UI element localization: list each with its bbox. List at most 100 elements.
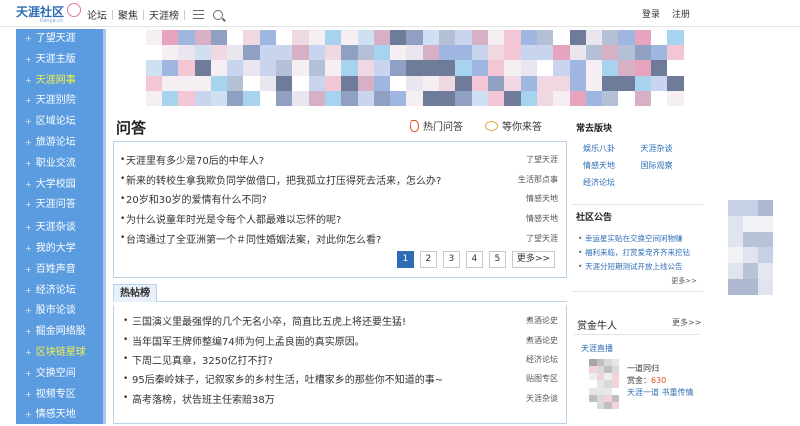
- notice-item[interactable]: 天涯分短期测试开放上线公告: [577, 260, 690, 274]
- hot-post-title[interactable]: 三国演义里最强悍的几个无名小卒，简直比五虎上将还要生猛!: [132, 313, 504, 328]
- banner-pixel: [569, 90, 586, 106]
- hot-post-title[interactable]: 下周二见真章，3250亿打不打?: [132, 352, 504, 367]
- banner-pixel: [308, 60, 325, 76]
- banner-pixel: [553, 30, 570, 46]
- ad-pixel: [743, 263, 758, 280]
- qa-item-title[interactable]: 天涯里有多少是70后的中年人?: [126, 152, 508, 167]
- sidebar-item[interactable]: 交换空间: [16, 364, 106, 385]
- sidebar-item[interactable]: 区域论坛: [16, 112, 106, 133]
- sidebar-item[interactable]: 股市论谈: [16, 301, 106, 322]
- notice-item[interactable]: 幸运星实贴在交换空间闲物赚: [577, 232, 690, 246]
- hot-post-category[interactable]: 贴图专区: [504, 373, 566, 384]
- sidebar-item[interactable]: 天涯杂谈: [16, 218, 106, 239]
- banner-pixel: [113, 90, 130, 106]
- qa-item-title[interactable]: 台湾通过了全亚洲第一个＃同性婚姻法案，对此你怎么看?: [126, 231, 508, 246]
- sidebar-scrollbar[interactable]: [103, 29, 106, 424]
- qa-more-button[interactable]: 更多>>: [511, 251, 555, 268]
- banner-pixel: [602, 75, 619, 91]
- bounty-more-link[interactable]: 更多>>: [672, 317, 701, 328]
- banner-pixel: [667, 60, 684, 76]
- board-link[interactable]: 娱乐八卦: [583, 141, 641, 157]
- avatar-pixel: [604, 366, 612, 374]
- sidebar-item[interactable]: 了望天涯: [16, 29, 106, 50]
- sidebar-item[interactable]: 百姓声音: [16, 260, 106, 281]
- sidebar-item[interactable]: 经济论坛: [16, 281, 106, 302]
- gold-value: 630: [651, 376, 667, 385]
- avatar[interactable]: [589, 359, 619, 409]
- sidebar-item[interactable]: 区块链星球: [16, 343, 106, 364]
- page-button[interactable]: 5: [488, 251, 506, 268]
- board-link[interactable]: 经济论坛: [583, 175, 641, 191]
- board-link[interactable]: 国际观察: [641, 158, 699, 174]
- hot-post-category[interactable]: 煮酒论史: [504, 315, 566, 326]
- sidebar-item[interactable]: 天涯网事: [16, 71, 106, 92]
- sidebar-item[interactable]: 大学校园: [16, 175, 106, 196]
- notice-more-link[interactable]: 更多>>: [671, 276, 697, 286]
- board-link[interactable]: 情感天地: [583, 158, 641, 174]
- banner-pixel: [422, 60, 440, 76]
- banner-pixel: [113, 60, 130, 76]
- qa-item-category[interactable]: 情感天地: [508, 193, 566, 204]
- bounty-title: 赏金牛人: [577, 321, 617, 332]
- sidebar-item[interactable]: 职业交流: [16, 154, 106, 175]
- page-button[interactable]: 3: [442, 251, 460, 268]
- hot-post-title[interactable]: 95后秦岭妹子，记叙家乡的乡村生活，吐槽家乡的那些你不知道的事~: [132, 371, 504, 386]
- banner-pixel: [243, 75, 260, 91]
- bounty-user-links[interactable]: 天涯一道 书重传情: [627, 387, 694, 399]
- tab-wait-answer[interactable]: 等你来答: [485, 118, 542, 133]
- qa-item-title[interactable]: 20岁和30岁的爱情有什么不同?: [126, 191, 508, 206]
- qa-item-category[interactable]: 生活那点事: [508, 174, 566, 185]
- sidebar-item[interactable]: 天涯主版: [16, 50, 106, 71]
- banner-pixel: [618, 60, 635, 76]
- nav-link-focus[interactable]: 聚焦: [113, 7, 143, 22]
- banner-pixel: [373, 45, 391, 61]
- hot-post-title[interactable]: 高考落榜，状告班主任索赔38万: [132, 391, 504, 406]
- sidebar-item[interactable]: 天涯别院: [16, 91, 106, 112]
- chat-bubble-icon: [485, 120, 498, 131]
- login-link[interactable]: 登录: [642, 7, 660, 20]
- banner-pixel: [178, 30, 195, 46]
- hot-post-title[interactable]: 当年国军王牌师整编74师为何上孟良崮的真实原因。: [132, 333, 504, 348]
- side-ad-image[interactable]: [728, 200, 773, 295]
- banner-pixel: [439, 45, 456, 61]
- tianya-live-link[interactable]: 天涯直播: [581, 343, 613, 354]
- qa-item-title[interactable]: 为什么说童年时光是令每个人都最难以忘怀的呢?: [126, 211, 508, 226]
- page-button[interactable]: 4: [465, 251, 483, 268]
- sidebar-item[interactable]: 掘金网络股: [16, 322, 106, 343]
- tab-hot-qa[interactable]: 热门问答: [410, 118, 463, 133]
- hot-post-category[interactable]: 天涯杂谈: [504, 393, 566, 404]
- nav-link-ranking[interactable]: 天涯榜: [144, 7, 184, 22]
- qa-item-category[interactable]: 情感天地: [508, 213, 566, 224]
- tianya-logo[interactable]: 天涯社区 tianya.cn: [16, 2, 81, 24]
- sidebar-item[interactable]: 旅游论坛: [16, 133, 106, 154]
- notice-item[interactable]: 福利来临，打赏爱宠齐齐来挖钻: [577, 246, 690, 260]
- banner-pixel: [553, 75, 570, 91]
- hot-post-category[interactable]: 煮酒论史: [504, 335, 566, 346]
- sidebar-item[interactable]: 情感天地: [16, 405, 106, 426]
- banner-pixel: [292, 75, 309, 91]
- qa-item-category[interactable]: 了望天涯: [508, 154, 566, 165]
- board-link[interactable]: 天涯杂谈: [641, 141, 699, 157]
- community-notice: 社区公告 幸运星实贴在交换空间闲物赚福利来临，打赏爱宠齐齐来挖钻天涯分短期测试开…: [572, 204, 703, 292]
- hot-post-category[interactable]: 经济论坛: [504, 354, 566, 365]
- qa-pagination: 1 2 3 4 5 更多>>: [396, 251, 555, 268]
- search-icon[interactable]: [213, 9, 223, 20]
- bounty-user-name[interactable]: 一道同归: [627, 363, 694, 375]
- page-button[interactable]: 2: [419, 251, 437, 268]
- sidebar-item[interactable]: 天涯问答: [16, 195, 106, 216]
- sidebar-item[interactable]: 视频专区: [16, 385, 106, 406]
- sidebar-group-main: 了望天涯天涯主版天涯网事天涯别院区域论坛旅游论坛职业交流大学校园天涯问答: [16, 29, 106, 216]
- sidebar-item[interactable]: 我的大学: [16, 239, 106, 260]
- banner-pixel: [227, 75, 244, 91]
- page-button[interactable]: 1: [396, 251, 414, 268]
- banner-pixel: [161, 60, 179, 76]
- menu-icon[interactable]: [193, 10, 204, 19]
- qa-item-category[interactable]: 了望天涯: [508, 233, 566, 244]
- hot-posts-tab[interactable]: 热帖榜: [113, 284, 157, 302]
- qa-item-title[interactable]: 新来的转校生拿我欺负同学做借口，把我孤立打压得死去活来，怎么办?: [126, 172, 508, 187]
- nav-link-forum[interactable]: 论坛: [82, 7, 112, 22]
- banner-image[interactable]: [113, 30, 700, 106]
- register-link[interactable]: 注册: [672, 7, 690, 20]
- banner-pixel: [259, 30, 277, 46]
- banner-pixel: [357, 60, 374, 76]
